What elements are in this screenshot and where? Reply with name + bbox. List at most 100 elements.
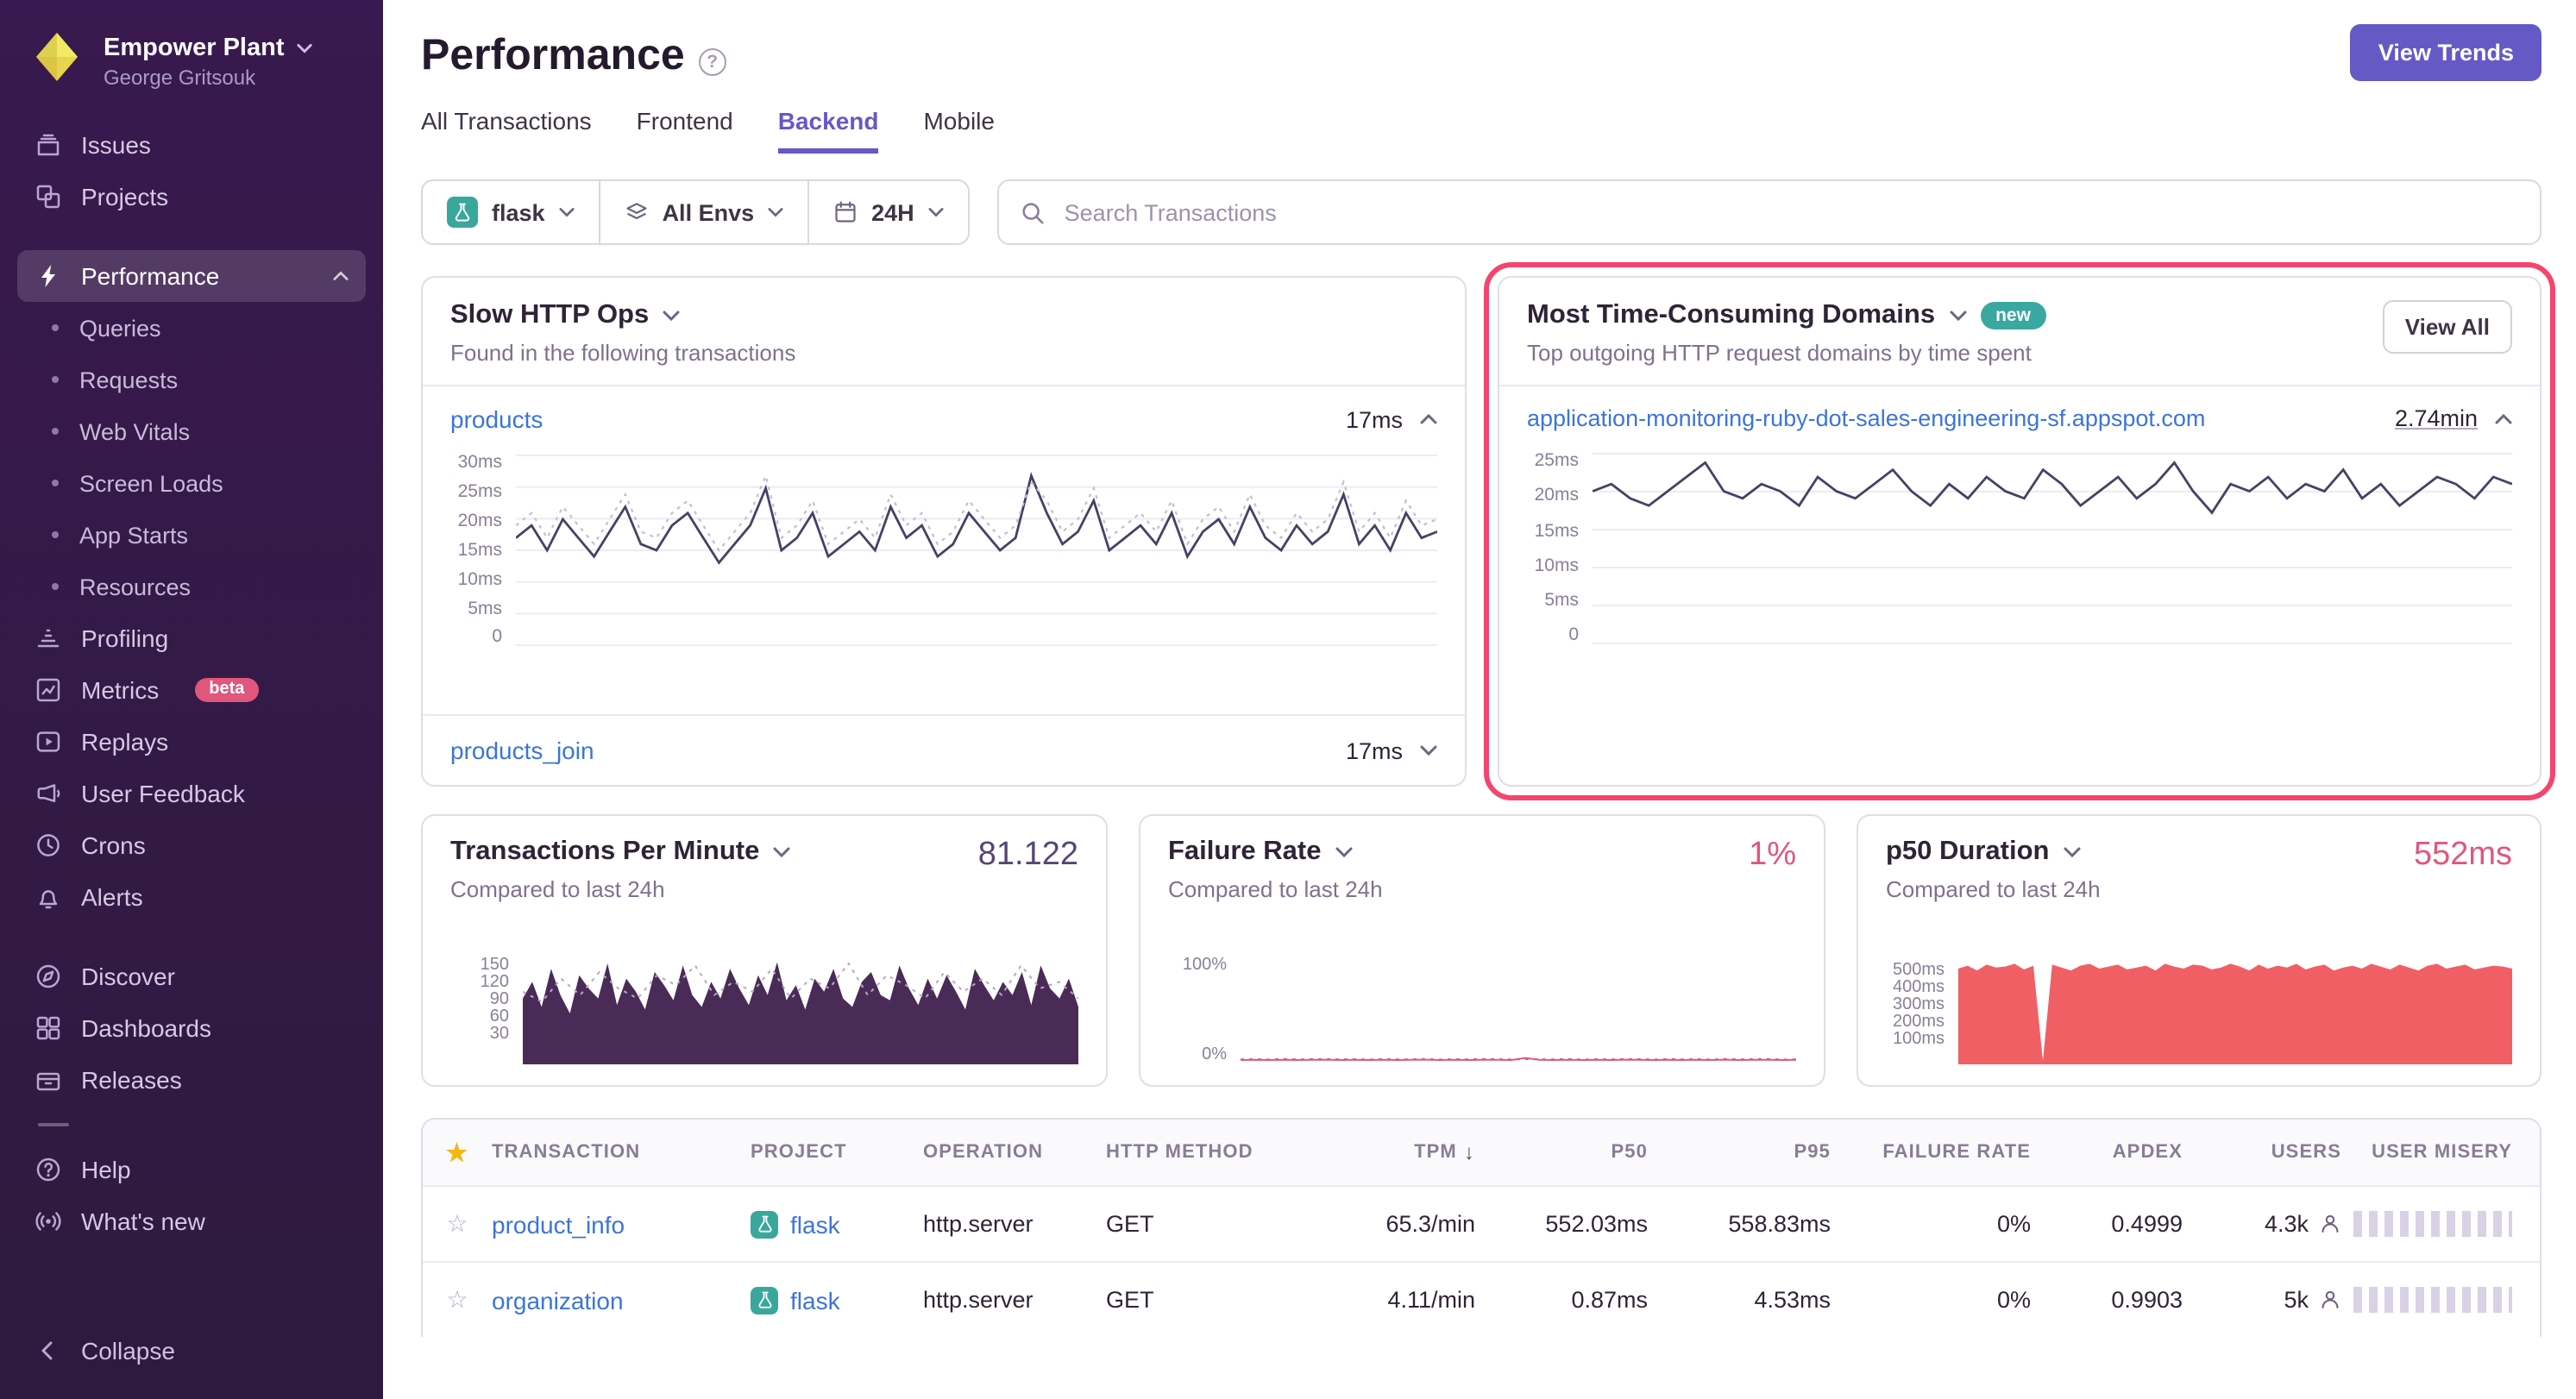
sidebar-item-requests[interactable]: Requests [17,354,366,405]
sidebar-item-metrics[interactable]: Metrics beta [17,664,366,716]
collapse-row-icon[interactable] [1420,414,1437,424]
panel-subtitle: Top outgoing HTTP request domains by tim… [1527,340,2046,366]
star-icon[interactable]: ★ [446,1138,468,1165]
bullet-dot [52,324,59,331]
star-icon[interactable]: ☆ [446,1209,468,1237]
stat-value: 81.122 [978,837,1078,875]
project-link[interactable]: flask [790,1210,840,1238]
transaction-link[interactable]: organization [492,1286,624,1314]
org-name: Empower Plant [104,34,285,61]
view-all-button[interactable]: View All [2383,300,2512,354]
y-axis-labels: 150120906030 [450,957,523,1064]
sidebar-item-alerts[interactable]: Alerts [17,871,366,923]
panel-title[interactable]: Most Time-Consuming Domains [1527,300,1935,331]
star-icon[interactable]: ☆ [446,1285,468,1313]
chevron-down-icon[interactable] [1949,311,1966,321]
sidebar-item-dashboards[interactable]: Dashboards [17,1002,366,1054]
chevron-down-icon[interactable] [663,311,680,321]
operation-cell: http.server [923,1211,1106,1237]
transaction-row-products: products 17ms [423,386,1465,447]
p50-cell: 552.03ms [1482,1211,1655,1237]
panel-title[interactable]: Slow HTTP Ops [450,300,649,331]
sidebar-item-projects[interactable]: Projects [17,171,366,223]
transaction-duration: 17ms [1346,406,1403,432]
view-trends-button[interactable]: View Trends [2351,24,2541,81]
column-tpm-sorted[interactable]: TPM↓ [1299,1140,1482,1164]
stat-title[interactable]: p50 Duration [1886,837,2049,868]
dashboards-icon [35,1014,62,1042]
sidebar-item-screen-loads[interactable]: Screen Loads [17,457,366,509]
tab-all-transactions[interactable]: All Transactions [421,107,592,154]
date-range-filter[interactable]: 24H [809,181,968,243]
sidebar-item-web-vitals[interactable]: Web Vitals [17,405,366,457]
main-content: Performance ? View Trends All Transactio… [383,0,2576,1399]
table-row[interactable]: ☆ organization flask http.server GET 4.1… [423,1261,2540,1337]
sidebar-item-app-starts[interactable]: App Starts [17,509,366,561]
discover-icon [35,963,62,990]
sidebar-item-releases[interactable]: Releases [17,1054,366,1106]
project-link[interactable]: flask [790,1286,840,1314]
collapse-row-icon[interactable] [2495,413,2512,423]
sidebar-item-performance[interactable]: Performance [17,250,366,302]
chevron-down-icon[interactable] [773,847,790,857]
transaction-link[interactable]: products [450,405,543,433]
environment-icon [625,200,649,224]
flask-project-icon [751,1286,778,1314]
sidebar-item-help[interactable]: Help [17,1144,366,1195]
user-misery-bars [2353,1211,2512,1237]
performance-icon [35,262,62,290]
calendar-icon [833,200,858,224]
stat-title[interactable]: Transactions Per Minute [450,837,759,868]
sidebar-item-whats-new[interactable]: What's new [17,1195,366,1247]
user-misery-bars [2353,1287,2512,1313]
apdex-cell: 0.9903 [2038,1287,2190,1313]
expand-row-icon[interactable] [1420,745,1437,756]
domain-time-spent[interactable]: 2.74min [2395,405,2478,431]
sidebar-item-discover[interactable]: Discover [17,950,366,1002]
stat-value: 552ms [2414,837,2512,875]
failure-rate-panel: Failure Rate Compared to last 24h 1% 100… [1139,814,1825,1087]
failure-rate-cell: 0% [1838,1211,2038,1237]
sidebar-item-replays[interactable]: Replays [17,716,366,768]
transaction-link[interactable]: product_info [492,1210,625,1238]
tab-backend[interactable]: Backend [778,107,879,154]
domain-link[interactable]: application-monitoring-ruby-dot-sales-en… [1527,405,2205,431]
tab-bar: All Transactions Frontend Backend Mobile [421,107,2541,154]
sidebar-item-queries[interactable]: Queries [17,302,366,354]
operation-cell: http.server [923,1287,1106,1313]
page-title: Performance [421,31,685,81]
bullet-dot [52,428,59,435]
org-switcher[interactable]: Empower Plant George Gritsouk [17,24,366,119]
tpm-cell: 65.3/min [1299,1211,1482,1237]
help-circle-icon[interactable]: ? [699,47,726,75]
tab-mobile[interactable]: Mobile [923,107,995,154]
transaction-link[interactable]: products_join [450,737,594,764]
sidebar-item-issues[interactable]: Issues [17,119,366,171]
tab-frontend[interactable]: Frontend [637,107,733,154]
collapse-button[interactable]: Collapse [17,1323,366,1378]
sidebar-item-crons[interactable]: Crons [17,819,366,871]
sidebar-item-profiling[interactable]: Profiling [17,612,366,664]
sidebar-item-resources[interactable]: Resources [17,561,366,612]
table-row[interactable]: ☆ product_info flask http.server GET 65.… [423,1185,2540,1261]
search-transactions[interactable] [997,179,2541,245]
project-filter[interactable]: flask [423,181,600,243]
domain-time-chart [1593,452,2512,645]
stat-title[interactable]: Failure Rate [1168,837,1321,868]
crons-icon [35,831,62,859]
environment-filter[interactable]: All Envs [600,181,810,243]
sidebar: Empower Plant George Gritsouk Issues Pro… [0,0,383,1399]
domain-row: application-monitoring-ruby-dot-sales-en… [1499,386,2540,445]
user-icon [2319,1213,2341,1235]
page-filter-bar: flask All Envs 24H [421,179,2541,245]
user-feedback-icon [35,780,62,807]
chevron-down-icon [768,207,783,217]
search-input[interactable] [1061,198,2519,227]
user-name: George Gritsouk [104,65,312,89]
apdex-cell: 0.4999 [2038,1211,2190,1237]
flask-project-icon [447,197,478,228]
sidebar-item-user-feedback[interactable]: User Feedback [17,768,366,819]
chevron-down-icon[interactable] [2063,847,2080,857]
chevron-down-icon[interactable] [1335,847,1352,857]
most-time-consuming-domains-panel: Most Time-Consuming Domains new Top outg… [1498,276,2541,787]
